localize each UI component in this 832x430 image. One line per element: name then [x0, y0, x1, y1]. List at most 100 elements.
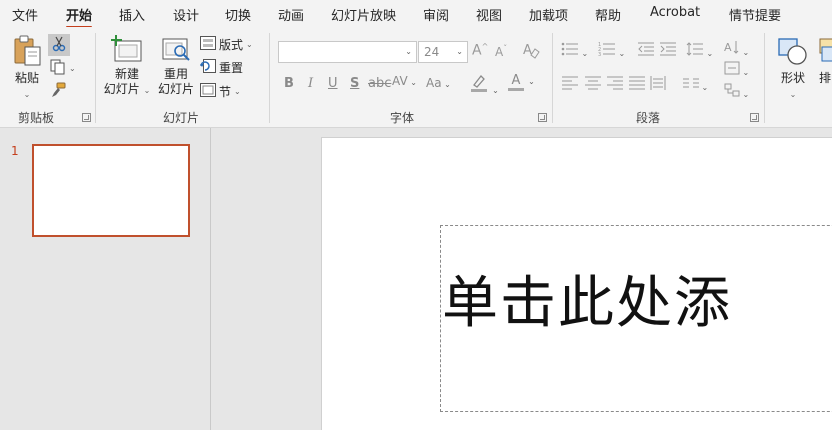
tab-home[interactable]: 开始: [66, 5, 93, 29]
font-color-icon: A: [508, 73, 524, 91]
section-button[interactable]: 节 ⌄: [200, 83, 241, 100]
reset-button[interactable]: 重置: [200, 59, 243, 76]
clear-formatting-button[interactable]: A: [522, 41, 540, 63]
line-spacing-dropdown-icon: ⌄: [704, 49, 714, 58]
italic-button[interactable]: I: [308, 76, 313, 91]
slides-group-label: 幻灯片: [163, 111, 200, 125]
shrink-font-icon: A: [495, 45, 504, 59]
slide-canvas[interactable]: 单击此处添: [321, 137, 832, 430]
font-color-button[interactable]: A ⌄: [508, 73, 535, 91]
strikethrough-button[interactable]: abc: [368, 76, 391, 91]
align-left-button[interactable]: [562, 76, 578, 94]
reuse-slides-button[interactable]: 重用 幻灯片: [156, 35, 196, 97]
tab-addins[interactable]: 加载项: [529, 5, 568, 24]
bold-button[interactable]: B: [284, 76, 294, 91]
clipboard-group-label: 剪贴板: [18, 111, 55, 125]
arrange-icon: [818, 35, 832, 71]
new-slide-label-line1: 新建: [114, 67, 139, 81]
group-separator: [552, 33, 553, 123]
title-placeholder-text[interactable]: 单击此处添: [442, 258, 732, 339]
tab-view[interactable]: 视图: [476, 5, 502, 24]
font-size-dropdown-icon[interactable]: ⌄: [456, 47, 463, 56]
tab-help[interactable]: 帮助: [595, 5, 621, 24]
clipboard-launcher-icon[interactable]: [82, 113, 91, 122]
font-launcher-icon[interactable]: [538, 113, 547, 122]
svg-text:A: A: [523, 43, 532, 58]
tab-review[interactable]: 审阅: [423, 5, 449, 24]
bullets-icon: [561, 42, 579, 60]
decrease-indent-button[interactable]: [638, 42, 654, 60]
shadow-button[interactable]: S: [350, 76, 359, 91]
change-case-dropdown-icon: ⌄: [441, 80, 451, 89]
grow-font-button[interactable]: A^: [472, 42, 488, 59]
arrange-label: 排: [818, 71, 831, 85]
reuse-slides-label-line1: 重用: [163, 67, 188, 81]
shrink-font-button[interactable]: Aˇ: [495, 44, 507, 59]
increase-indent-icon: [660, 42, 676, 60]
group-separator: [95, 33, 96, 123]
smartart-icon: [724, 83, 740, 101]
slide-editing-area: 单击此处添: [212, 128, 832, 430]
scissors-icon: [52, 36, 66, 55]
tab-acrobat[interactable]: Acrobat: [650, 5, 700, 20]
tab-design[interactable]: 设计: [173, 5, 199, 24]
columns-button[interactable]: ⌄: [683, 76, 708, 94]
format-painter-icon: [50, 82, 66, 101]
increase-indent-button[interactable]: [660, 42, 676, 60]
layout-button[interactable]: 版式 ⌄: [200, 36, 253, 53]
smartart-button[interactable]: ⌄: [724, 83, 749, 101]
svg-text:A: A: [724, 41, 732, 54]
new-slide-button[interactable]: 新建 幻灯片 ⌄: [103, 35, 151, 98]
align-center-button[interactable]: [585, 76, 601, 94]
copy-icon: [50, 59, 66, 78]
layout-dropdown-icon: ⌄: [246, 40, 253, 49]
font-name-combo[interactable]: ⌄: [278, 41, 417, 63]
group-separator: [269, 33, 270, 123]
tab-transitions[interactable]: 切换: [225, 5, 251, 24]
distributed-button[interactable]: [650, 76, 666, 94]
slide-thumbnail[interactable]: [32, 144, 190, 237]
tab-slide-show[interactable]: 幻灯片放映: [331, 5, 396, 24]
columns-icon: [683, 76, 699, 94]
change-case-button[interactable]: Aa ⌄: [426, 76, 451, 90]
numbering-button[interactable]: 123 ⌄: [598, 42, 625, 60]
tab-animations[interactable]: 动画: [278, 5, 304, 24]
justify-button[interactable]: [629, 76, 645, 94]
shapes-icon: [777, 35, 809, 71]
format-painter-button[interactable]: [50, 82, 66, 101]
clear-formatting-icon: A: [522, 41, 540, 63]
paragraph-launcher-icon[interactable]: [750, 113, 759, 122]
slide-number: 1: [11, 144, 19, 158]
font-color-letter: A: [511, 73, 521, 88]
copy-button[interactable]: ⌄: [50, 59, 76, 78]
change-case-icon: Aa: [426, 76, 442, 90]
shapes-button[interactable]: 形状 ⌄: [774, 35, 812, 102]
menu-bar: 文件 开始 插入 设计 切换 动画 幻灯片放映 审阅 视图 加载项 帮助 Acr…: [0, 0, 832, 29]
align-text-button[interactable]: ⌄: [724, 61, 749, 79]
underline-button[interactable]: U: [328, 76, 338, 91]
highlight-button[interactable]: ⌄: [470, 73, 499, 97]
paste-button[interactable]: 粘贴 ⌄: [10, 35, 44, 102]
copy-dropdown-icon[interactable]: ⌄: [69, 64, 76, 73]
text-direction-dropdown-icon: ⌄: [740, 48, 750, 57]
line-spacing-button[interactable]: ⌄: [686, 42, 713, 60]
character-spacing-button[interactable]: AV ⌄: [392, 74, 417, 88]
decrease-indent-icon: [638, 42, 654, 60]
bullets-button[interactable]: ⌄: [561, 42, 588, 60]
font-group-label: 字体: [390, 111, 415, 125]
tab-storyboarding[interactable]: 情节提要: [729, 5, 781, 24]
align-text-dropdown-icon: ⌄: [740, 68, 750, 77]
tab-insert[interactable]: 插入: [119, 5, 145, 24]
tab-file[interactable]: 文件: [12, 5, 38, 24]
align-right-button[interactable]: [607, 76, 623, 94]
text-direction-button[interactable]: A ⌄: [724, 39, 749, 59]
paste-dropdown-icon[interactable]: ⌄: [24, 90, 31, 99]
font-size-combo[interactable]: 24 ⌄: [418, 41, 468, 63]
reset-label: 重置: [219, 61, 244, 75]
layout-label: 版式: [219, 38, 244, 52]
shapes-dropdown-icon: ⌄: [789, 90, 797, 99]
arrange-button[interactable]: 排: [818, 35, 832, 86]
new-slide-dropdown-icon[interactable]: ⌄: [144, 86, 151, 95]
cut-button[interactable]: [48, 34, 70, 56]
font-name-dropdown-icon[interactable]: ⌄: [405, 47, 412, 56]
